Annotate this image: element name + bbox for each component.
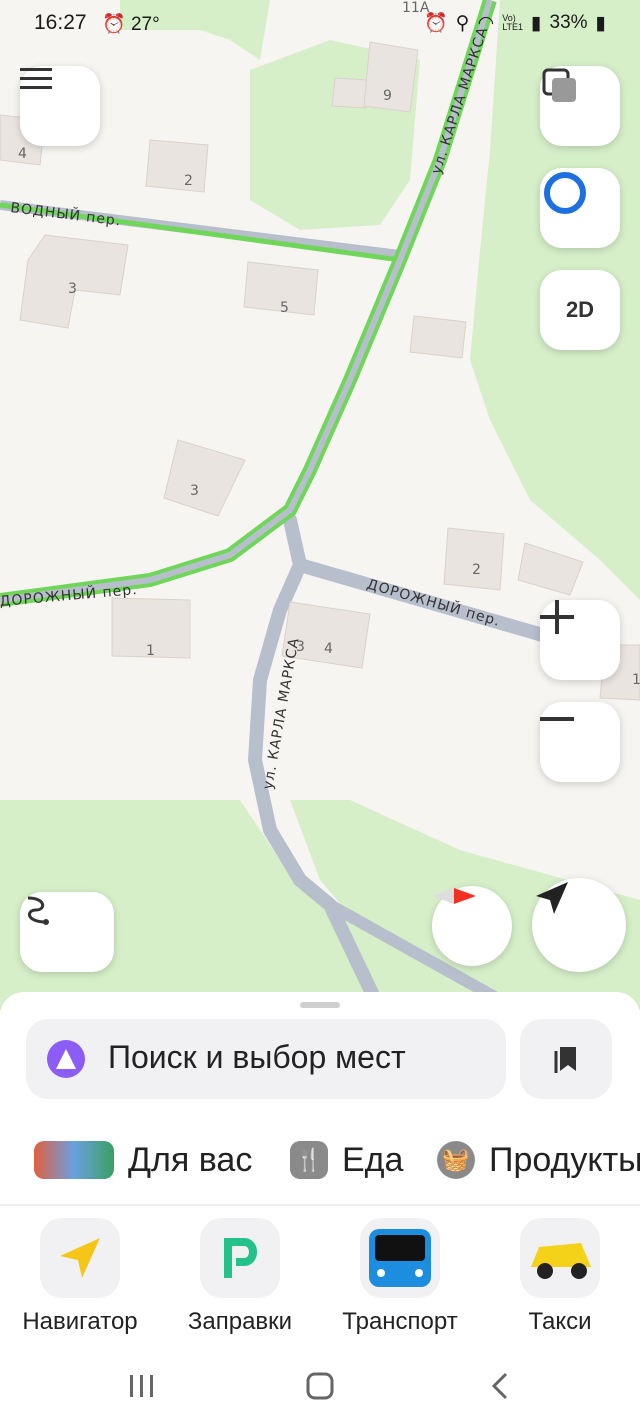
battery-icon: ▮ xyxy=(595,12,606,34)
chip-food[interactable]: 🍴 Еда xyxy=(290,1132,403,1188)
sheet-handle[interactable] xyxy=(300,1002,340,1008)
route-icon xyxy=(27,896,49,925)
app-shortcuts: Навигатор Заправки Транспорт Такси xyxy=(0,1218,640,1338)
fuel-p-icon xyxy=(224,1238,257,1278)
category-chips: Для вас 🍴 Еда 🧺 Продукты xyxy=(0,1132,640,1192)
battery-level: 33% xyxy=(549,12,588,33)
map-view[interactable]: 11А 9 4 2 3 5 3 2 3 4 1 1 ул. КАРЛА МАРК… xyxy=(0,0,640,1010)
menu-button[interactable] xyxy=(20,66,100,146)
alice-icon xyxy=(47,1040,85,1078)
back-icon xyxy=(491,1372,508,1400)
zoom-out-button[interactable] xyxy=(540,702,620,782)
alice-icon xyxy=(544,172,586,214)
search-field[interactable]: Поиск и выбор мест xyxy=(26,1019,506,1099)
for-you-icon xyxy=(34,1141,114,1179)
layers-icon xyxy=(542,68,576,102)
zoom-in-button[interactable] xyxy=(540,600,620,680)
signal-icon: ▮ xyxy=(531,12,542,34)
status-bar: 16:27 ⏰ 27° ⏰ ⚲ ◠ Vo) LTE1 ▮ 33% ▮ xyxy=(0,0,640,48)
chip-groceries[interactable]: 🧺 Продукты xyxy=(437,1132,640,1188)
basket-icon: 🧺 xyxy=(437,1141,475,1179)
app-navigator[interactable]: Навигатор xyxy=(0,1218,160,1334)
house-number: 2 xyxy=(184,173,193,189)
house-number: 1 xyxy=(146,643,155,659)
layers-button[interactable] xyxy=(540,66,620,146)
view-mode-button[interactable]: 2D xyxy=(540,270,620,350)
location-icon: ⚲ xyxy=(455,12,470,34)
app-transport[interactable]: Транспорт xyxy=(320,1218,480,1334)
app-taxi[interactable]: Такси xyxy=(480,1218,640,1334)
status-time: 16:27 xyxy=(34,11,87,34)
alarm-icon: ⏰ 27° xyxy=(102,14,160,35)
house-number: 5 xyxy=(280,300,289,316)
house-number: 2 xyxy=(472,562,481,578)
navigator-icon xyxy=(60,1238,100,1278)
house-number: 1 xyxy=(632,672,640,688)
divider xyxy=(0,1204,640,1206)
view-mode-label: 2D xyxy=(565,297,595,322)
chip-for-you[interactable]: Для вас xyxy=(34,1132,252,1188)
home-icon xyxy=(306,1372,334,1400)
house-number: 3 xyxy=(190,483,199,499)
house-number: 3 xyxy=(68,281,77,297)
fork-knife-icon: 🍴 xyxy=(290,1141,328,1179)
house-number: 4 xyxy=(18,146,27,162)
alarm-icon: ⏰ xyxy=(424,13,448,34)
recents-icon xyxy=(130,1375,153,1397)
bus-icon xyxy=(369,1229,431,1287)
compass-icon xyxy=(432,888,476,904)
search-placeholder: Поиск и выбор мест xyxy=(108,1039,406,1075)
alice-button[interactable] xyxy=(540,168,620,248)
network-label: Vo) LTE1 xyxy=(502,13,524,32)
weather-temp: 27° xyxy=(130,14,160,35)
back-button[interactable] xyxy=(480,1366,520,1406)
system-nav-bar xyxy=(0,1340,640,1422)
taxi-icon xyxy=(531,1243,591,1279)
app-fuel[interactable]: Заправки xyxy=(160,1218,320,1334)
bookmark-icon xyxy=(554,1047,576,1073)
hamburger-icon xyxy=(20,68,52,89)
minus-icon xyxy=(540,717,574,721)
home-button[interactable] xyxy=(300,1366,340,1406)
recent-apps-button[interactable] xyxy=(122,1366,162,1406)
bookmarks-button[interactable] xyxy=(520,1019,612,1099)
street-label: ВОДНЫЙ пер. xyxy=(10,198,123,229)
location-arrow-icon xyxy=(536,882,568,914)
my-location-button[interactable] xyxy=(532,878,626,972)
plus-icon xyxy=(540,600,574,634)
compass-button[interactable] xyxy=(432,886,512,966)
house-number: 9 xyxy=(383,88,392,104)
route-button[interactable] xyxy=(20,892,114,972)
house-number: 4 xyxy=(324,641,333,657)
wifi-icon: ◠ xyxy=(477,12,495,34)
